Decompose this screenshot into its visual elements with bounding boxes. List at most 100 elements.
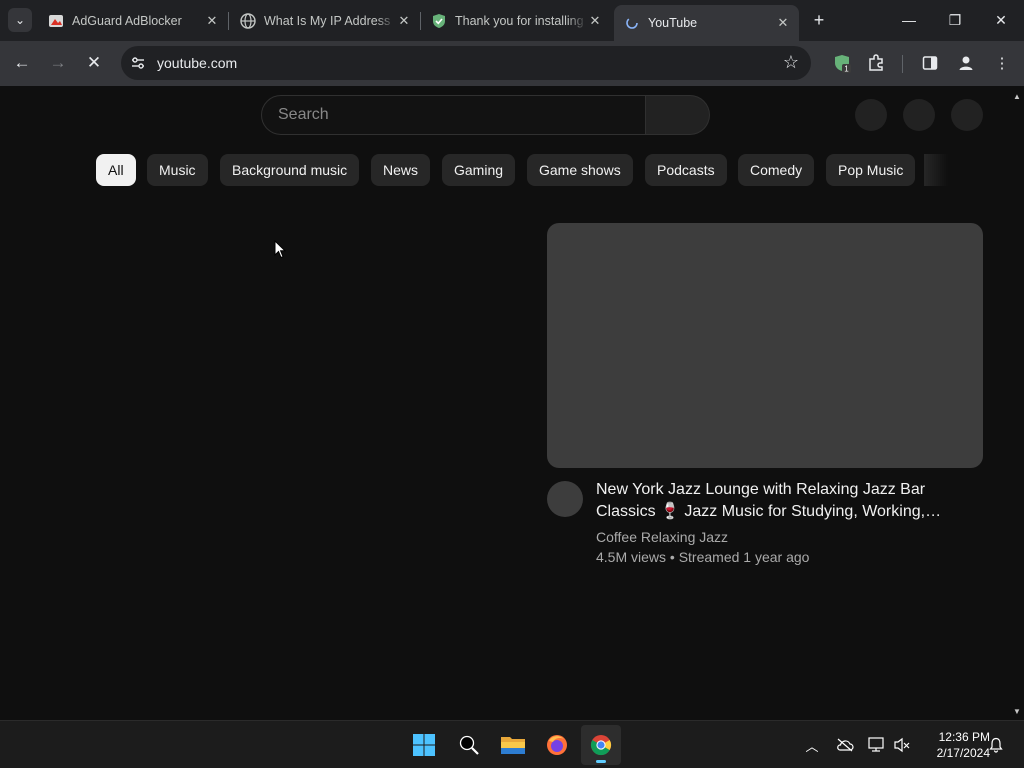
notifications-button[interactable] (986, 733, 1006, 757)
browser-titlebar: ⌄ AdGuard AdBlocker ✕ What Is My IP Addr… (0, 0, 1024, 41)
chip-news[interactable]: News (371, 154, 431, 186)
network-icon (868, 737, 884, 752)
show-hidden-icons-button[interactable]: ︿ (802, 733, 822, 757)
puzzle-icon (869, 54, 883, 71)
mouse-cursor-icon (274, 240, 286, 259)
tab-youtube[interactable]: YouTube ✕ (614, 5, 799, 41)
tab-ip-address[interactable]: What Is My IP Address ✕ (230, 6, 420, 35)
chip-background-music[interactable]: Background music (220, 154, 360, 186)
tab-title: YouTube (648, 16, 698, 30)
back-button[interactable]: ← (8, 49, 36, 77)
tab-separator (228, 12, 229, 30)
search-input[interactable] (278, 104, 628, 126)
profile-button[interactable] (954, 51, 978, 75)
chip-gaming[interactable]: Gaming (442, 154, 516, 186)
tab-search-button[interactable]: ⌄ (8, 8, 32, 32)
network-button[interactable] (867, 733, 887, 757)
chevron-down-icon: ⌄ (14, 13, 26, 27)
folder-icon (501, 737, 525, 754)
active-app-indicator (596, 760, 606, 763)
file-explorer-button[interactable] (493, 725, 533, 765)
arrow-left-icon: ← (13, 53, 31, 72)
channel-avatar[interactable] (547, 481, 583, 517)
new-tab-button[interactable]: + (809, 10, 829, 30)
close-icon: ✕ (995, 11, 1007, 28)
tab-title: Thank you for installing (455, 13, 584, 28)
restore-button[interactable]: ❐ (932, 0, 978, 40)
minimize-icon: — (902, 12, 916, 28)
chip-overflow-fade (924, 154, 948, 186)
plus-icon: + (813, 9, 825, 30)
chrome-button[interactable] (581, 725, 621, 765)
onedrive-button[interactable] (835, 733, 855, 757)
site-settings-icon[interactable] (130, 55, 146, 71)
video-meta: 4.5M views • Streamed 1 year ago (596, 549, 810, 565)
search-taskbar-button[interactable] (449, 725, 489, 765)
chip-pop-music[interactable]: Pop Music (826, 154, 916, 186)
loading-icon (624, 15, 640, 31)
bookmark-star-icon[interactable]: ☆ (783, 52, 799, 73)
adguard-icon (48, 13, 64, 29)
extensions-button[interactable] (864, 51, 888, 75)
tab-title: AdGuard AdBlocker (72, 13, 182, 28)
firefox-icon (547, 735, 567, 755)
channel-name[interactable]: Coffee Relaxing Jazz (596, 529, 728, 545)
scroll-up-arrow[interactable]: ▲ (1012, 91, 1022, 101)
clock-time: 12:36 PM (938, 730, 990, 744)
avatar-placeholder[interactable] (951, 99, 983, 131)
chrome-icon (590, 735, 612, 756)
chip-music[interactable]: Music (147, 154, 208, 186)
side-panel-icon (922, 56, 938, 70)
volume-muted-icon (894, 737, 910, 753)
windows-logo-icon (413, 734, 435, 756)
toolbar-divider (902, 55, 903, 73)
cloud-off-icon (837, 738, 854, 752)
search-box[interactable] (261, 95, 646, 135)
create-button-placeholder[interactable] (855, 99, 887, 131)
address-text[interactable]: youtube.com (157, 55, 237, 71)
close-icon[interactable]: ✕ (775, 15, 791, 31)
tab-adguard[interactable]: AdGuard AdBlocker ✕ (38, 6, 228, 35)
tab-thank-you[interactable]: Thank you for installing ✕ (421, 6, 611, 35)
adguard-extension-button[interactable]: 1 (830, 51, 854, 75)
shield-check-icon (431, 13, 447, 29)
profile-icon (959, 56, 973, 70)
globe-icon (240, 12, 256, 29)
close-icon[interactable]: ✕ (204, 13, 220, 29)
clock[interactable]: 12:36 PM 2/17/2024 (918, 729, 990, 761)
clock-date: 2/17/2024 (936, 746, 990, 760)
notifications-button-placeholder[interactable] (903, 99, 935, 131)
minimize-button[interactable]: — (886, 0, 932, 40)
forward-button[interactable]: → (44, 49, 72, 77)
close-icon: ✕ (86, 53, 102, 72)
firefox-button[interactable] (537, 725, 577, 765)
chip-all[interactable]: All (96, 154, 136, 186)
window-close-button[interactable]: ✕ (978, 0, 1024, 40)
browser-toolbar: ← → ✕ youtube.com ☆ 1 ⋮ (0, 41, 1024, 86)
adguard-extension-icon: 1 (835, 55, 851, 74)
chip-podcasts[interactable]: Podcasts (645, 154, 727, 186)
close-icon[interactable]: ✕ (396, 13, 412, 29)
video-title[interactable]: New York Jazz Lounge with Relaxing Jazz … (596, 479, 946, 523)
start-button[interactable] (404, 725, 444, 765)
scroll-down-arrow[interactable]: ▼ (1012, 706, 1022, 716)
arrow-right-icon: → (49, 53, 67, 72)
stop-loading-button[interactable]: ✕ (80, 49, 108, 77)
video-thumbnail[interactable] (547, 223, 983, 468)
tab-title: What Is My IP Address (264, 13, 391, 28)
side-panel-button[interactable] (918, 51, 942, 75)
extension-badge: 1 (844, 65, 849, 74)
address-bar[interactable]: youtube.com ☆ (121, 46, 811, 80)
windows-taskbar: ︿ 12:36 PM 2/17/2024 (0, 720, 1024, 768)
bell-icon (989, 737, 1003, 753)
restore-icon: ❐ (948, 11, 962, 28)
search-button[interactable] (646, 95, 710, 135)
search-icon (459, 735, 479, 755)
chevron-up-icon: ︿ (805, 738, 819, 754)
youtube-page: All Music Background music News Gaming G… (0, 86, 1024, 720)
chip-game-shows[interactable]: Game shows (527, 154, 633, 186)
close-icon[interactable]: ✕ (587, 13, 603, 29)
volume-button[interactable] (892, 733, 912, 757)
menu-button[interactable]: ⋮ (990, 51, 1014, 75)
chip-comedy[interactable]: Comedy (738, 154, 815, 186)
